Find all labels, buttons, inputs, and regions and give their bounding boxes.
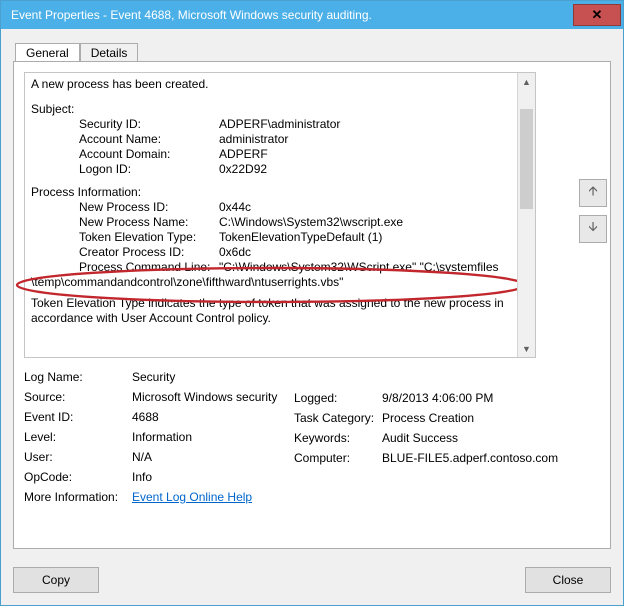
source-value: Microsoft Windows security <box>132 390 277 404</box>
scroll-thumb[interactable] <box>520 109 533 209</box>
more-information-label: More Information: <box>24 490 132 504</box>
process-command-line-value-1: "C:\Windows\System32\WScript.exe" "C:\sy… <box>219 260 499 275</box>
keywords-value: Audit Success <box>382 431 458 445</box>
client-area: General Details A new process has been c… <box>1 29 623 605</box>
process-command-line-value-2: \temp\commandandcontrol\zone\fifthward\n… <box>31 275 511 290</box>
event-id-label: Event ID: <box>24 410 132 424</box>
task-category-label: Task Category: <box>294 411 382 425</box>
account-name-label: Account Name: <box>79 132 219 147</box>
tab-panel-general: A new process has been created. Subject:… <box>13 61 611 549</box>
log-name-label: Log Name: <box>24 370 132 384</box>
token-elevation-type-label: Token Elevation Type: <box>79 230 219 245</box>
computer-label: Computer: <box>294 451 382 465</box>
log-name-value: Security <box>132 370 175 384</box>
security-id-value: ADPERF\administrator <box>219 117 340 132</box>
titlebar[interactable]: Event Properties - Event 4688, Microsoft… <box>1 1 623 29</box>
desc-heading: A new process has been created. <box>31 77 511 92</box>
description-scrollbar[interactable]: ▲ ▼ <box>517 73 535 357</box>
account-name-value: administrator <box>219 132 288 147</box>
tab-details[interactable]: Details <box>80 43 139 63</box>
copy-button[interactable]: Copy <box>13 567 99 593</box>
logged-value: 9/8/2013 4:06:00 PM <box>382 391 493 405</box>
keywords-label: Keywords: <box>294 431 382 445</box>
creator-process-id-value: 0x6dc <box>219 245 251 260</box>
event-description-text: A new process has been created. Subject:… <box>25 73 517 357</box>
next-event-button[interactable]: 🡫 <box>579 215 607 243</box>
dialog-button-row: Copy Close <box>13 567 611 593</box>
task-category-value: Process Creation <box>382 411 474 425</box>
opcode-label: OpCode: <box>24 470 132 484</box>
account-domain-label: Account Domain: <box>79 147 219 162</box>
computer-value: BLUE-FILE5.adperf.contoso.com <box>382 451 558 465</box>
opcode-value: Info <box>132 470 152 484</box>
close-button[interactable]: Close <box>525 567 611 593</box>
event-id-value: 4688 <box>132 410 159 424</box>
previous-event-button[interactable]: 🡩 <box>579 179 607 207</box>
scroll-up-icon[interactable]: ▲ <box>518 73 535 90</box>
close-icon[interactable]: ✕ <box>573 4 621 26</box>
arrow-down-icon: 🡫 <box>588 218 597 240</box>
event-log-online-help-link[interactable]: Event Log Online Help <box>132 490 252 504</box>
tab-strip: General Details <box>15 39 611 61</box>
process-command-line-label: Process Command Line: <box>79 260 219 275</box>
new-process-id-value: 0x44c <box>219 200 251 215</box>
event-properties-window: Event Properties - Event 4688, Microsoft… <box>0 0 624 606</box>
scroll-down-icon[interactable]: ▼ <box>518 340 535 357</box>
event-metadata-grid: Log Name:Security Source:Microsoft Windo… <box>24 370 600 504</box>
token-elevation-explainer: Token Elevation Type indicates the type … <box>31 296 511 326</box>
source-label: Source: <box>24 390 132 404</box>
account-domain-value: ADPERF <box>219 147 268 162</box>
level-value: Information <box>132 430 192 444</box>
security-id-label: Security ID: <box>79 117 219 132</box>
tab-general[interactable]: General <box>15 43 80 62</box>
process-info-section-label: Process Information: <box>31 185 511 200</box>
new-process-id-label: New Process ID: <box>79 200 219 215</box>
user-label: User: <box>24 450 132 464</box>
window-title: Event Properties - Event 4688, Microsoft… <box>11 8 573 22</box>
token-elevation-type-value: TokenElevationTypeDefault (1) <box>219 230 382 245</box>
logon-id-value: 0x22D92 <box>219 162 267 177</box>
logged-label: Logged: <box>294 391 382 405</box>
creator-process-id-label: Creator Process ID: <box>79 245 219 260</box>
event-description-box: A new process has been created. Subject:… <box>24 72 536 358</box>
new-process-name-value: C:\Windows\System32\wscript.exe <box>219 215 403 230</box>
new-process-name-label: New Process Name: <box>79 215 219 230</box>
arrow-up-icon: 🡩 <box>588 182 597 204</box>
subject-section-label: Subject: <box>31 102 511 117</box>
logon-id-label: Logon ID: <box>79 162 219 177</box>
level-label: Level: <box>24 430 132 444</box>
user-value: N/A <box>132 450 152 464</box>
